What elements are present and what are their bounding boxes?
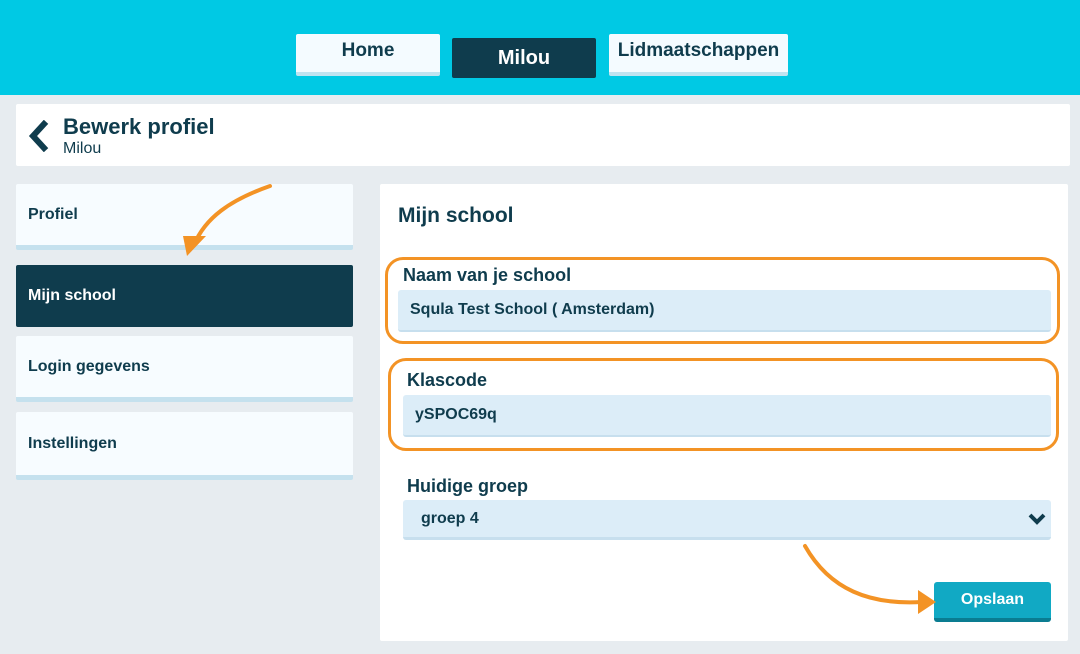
save-button[interactable]: Opslaan — [934, 582, 1051, 622]
group-field-label: Huidige groep — [407, 476, 528, 496]
sidebar-item-login-gegevens[interactable]: Login gegevens — [16, 336, 353, 402]
section-title: Mijn school — [398, 204, 514, 227]
tab-home[interactable]: Home — [296, 34, 440, 76]
school-field-label: Naam van je school — [403, 265, 572, 285]
klascode-field-label: Klascode — [407, 370, 488, 390]
group-select[interactable]: groep 4 — [403, 500, 1051, 540]
school-name-field[interactable]: Squla Test School ( Amsterdam) — [398, 290, 1051, 332]
klascode-field[interactable]: ySPOC69q — [403, 395, 1051, 437]
sidebar-item-label: Mijn school — [28, 287, 116, 304]
chevron-down-icon — [1028, 513, 1046, 525]
sidebar-item-label: Instellingen — [28, 434, 117, 452]
page-title: Bewerk profiel — [63, 114, 215, 139]
top-navigation-bar: Home Milou Lidmaatschappen — [0, 0, 1080, 95]
page-header: Bewerk profiel Milou — [16, 104, 1070, 166]
sidebar-item-profiel[interactable]: Profiel — [16, 184, 353, 250]
page-subtitle: Milou — [63, 140, 102, 157]
sidebar-item-instellingen[interactable]: Instellingen — [16, 412, 353, 480]
chevron-left-icon[interactable] — [26, 120, 52, 152]
sidebar-item-mijn-school[interactable]: Mijn school — [16, 265, 353, 327]
tab-milou[interactable]: Milou — [452, 38, 596, 78]
sidebar-item-label: Login gegevens — [28, 357, 150, 375]
tab-memberships[interactable]: Lidmaatschappen — [609, 34, 788, 76]
sidebar-item-label: Profiel — [28, 205, 78, 223]
group-select-value: groep 4 — [421, 509, 479, 527]
